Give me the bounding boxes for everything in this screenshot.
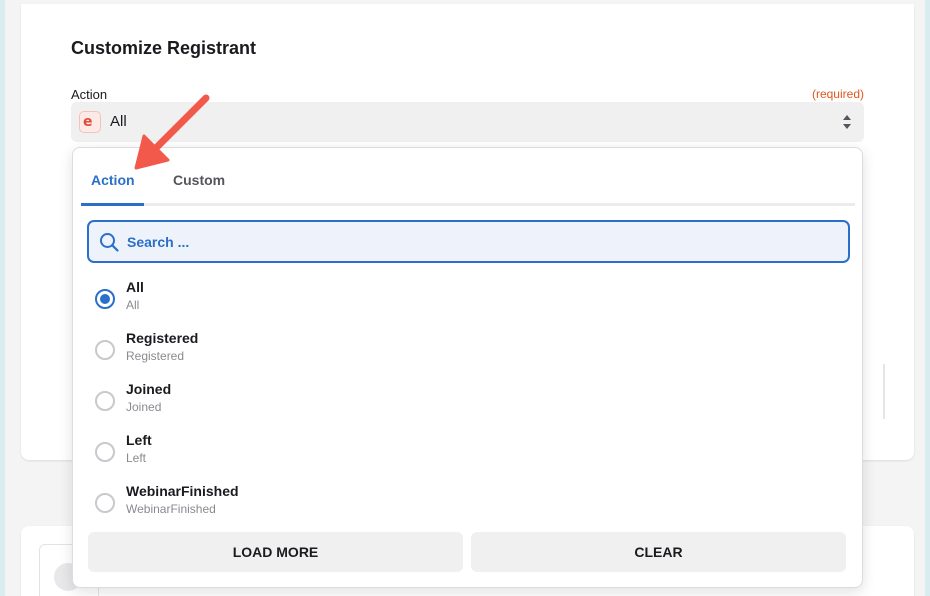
action-select[interactable]: e All bbox=[71, 102, 864, 142]
action-field-label: Action bbox=[71, 87, 108, 102]
clear-button[interactable]: CLEAR bbox=[471, 532, 846, 572]
option-sublabel: Left bbox=[126, 451, 147, 465]
search-icon bbox=[100, 233, 119, 252]
required-indicator: (required) bbox=[811, 87, 864, 101]
action-dropdown: Action Custom All All Registered Registe… bbox=[72, 147, 863, 588]
radio-registered[interactable] bbox=[95, 340, 115, 360]
search-box bbox=[87, 220, 850, 263]
radio-webinarfinished[interactable] bbox=[95, 493, 115, 513]
radio-all[interactable] bbox=[95, 289, 115, 309]
active-tab-indicator bbox=[81, 203, 144, 206]
app-logo-letter: e bbox=[83, 114, 93, 130]
tab-action[interactable]: Action bbox=[91, 172, 135, 188]
option-label: Left bbox=[126, 432, 152, 448]
option-webinarfinished[interactable]: WebinarFinished WebinarFinished bbox=[95, 483, 835, 527]
card-title: Customize Registrant bbox=[71, 38, 257, 58]
select-arrows-icon bbox=[843, 115, 851, 129]
radio-left[interactable] bbox=[95, 442, 115, 462]
option-label: All bbox=[126, 279, 144, 295]
dropdown-tabs: Action Custom bbox=[81, 148, 855, 206]
option-label: WebinarFinished bbox=[126, 483, 239, 499]
hidden-field-edge bbox=[883, 364, 885, 419]
option-label: Registered bbox=[126, 330, 199, 346]
action-select-value: All bbox=[110, 113, 127, 130]
option-sublabel: Registered bbox=[126, 349, 185, 363]
option-registered[interactable]: Registered Registered bbox=[95, 330, 835, 374]
search-input[interactable] bbox=[127, 228, 827, 256]
app-logo-icon: e bbox=[79, 111, 101, 133]
option-left[interactable]: Left Left bbox=[95, 432, 835, 476]
load-more-button[interactable]: LOAD MORE bbox=[88, 532, 463, 572]
option-joined[interactable]: Joined Joined bbox=[95, 381, 835, 425]
option-all[interactable]: All All bbox=[95, 279, 835, 323]
tab-custom[interactable]: Custom bbox=[173, 172, 225, 188]
option-label: Joined bbox=[126, 381, 172, 397]
option-sublabel: Joined bbox=[126, 400, 162, 414]
option-sublabel: WebinarFinished bbox=[126, 502, 216, 516]
option-sublabel: All bbox=[126, 298, 140, 312]
radio-joined[interactable] bbox=[95, 391, 115, 411]
